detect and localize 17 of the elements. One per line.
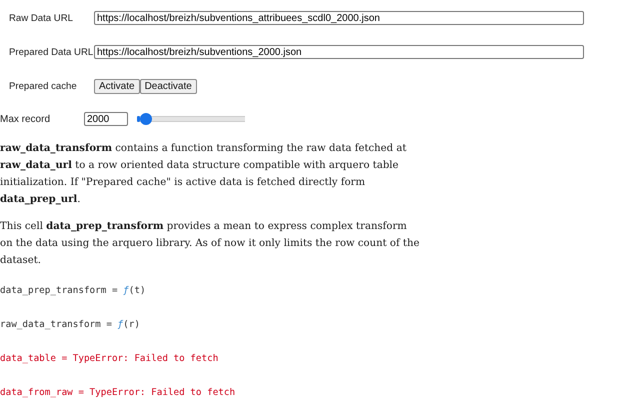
cache-button[interactable]: Deactivate — [140, 78, 197, 94]
field-label: Max record — [0, 114, 52, 124]
code-output: data_prep_transform = ƒ(t) — [0, 285, 147, 298]
url-input-field[interactable]: https://localhost/breizh/subventions_2000.json — [94, 45, 584, 59]
field-label: Prepared Data URL — [9, 46, 94, 58]
cache-button[interactable]: Activate — [94, 78, 140, 94]
slider-thumb[interactable] — [140, 113, 152, 125]
field-label: Raw Data URL — [9, 12, 74, 24]
number-input-field[interactable]: 2000 — [84, 112, 128, 126]
description-paragraph: This cell data_prep_transform provides a mean to express complex transform on the data using the arquero library. As of now it only limits the row count of the dataset. — [0, 220, 420, 268]
field-label: Prepared cache — [9, 80, 78, 92]
url-input-field[interactable]: https://localhost/breizh/subventions_attribuees_scdl0_2000.json — [94, 11, 584, 25]
description-paragraph: raw_data_transform contains a function transforming the raw data fetched at raw_data_url to a row oriented data structure compatible with arquero table initialization. If "Prepared cache" is active data is fetched directly form data_prep_url. — [0, 142, 408, 207]
error-output: data_table = TypeError: Failed to fetch — [0, 353, 220, 366]
code-output: raw_data_transform = ƒ(r) — [0, 319, 141, 332]
error-output: data_from_raw = TypeError: Failed to fetch — [0, 387, 236, 400]
slider-track[interactable] — [137, 113, 245, 125]
